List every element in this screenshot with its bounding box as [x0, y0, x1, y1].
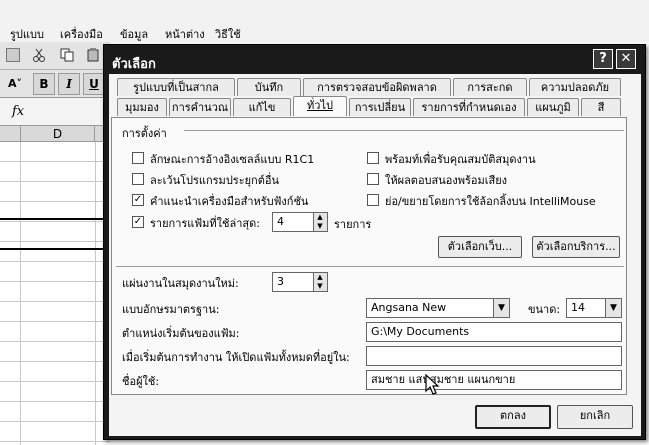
group-divider — [184, 130, 624, 131]
spin-up-icon[interactable]: ▲ — [314, 273, 326, 282]
recent-files-unit: รายการ — [334, 218, 372, 231]
tab-spelling[interactable]: การสะกด — [453, 78, 527, 96]
tab-color[interactable]: สี — [581, 98, 621, 116]
settings-group-label: การตั้งค่า — [122, 127, 167, 140]
standard-font-label: แบบอักษรมาตรฐาน: — [122, 303, 220, 316]
r1c1-label: ลักษณะการอ้างอิงเซลล์แบบ R1C1 — [150, 153, 315, 166]
check-icon: ✓ — [133, 216, 143, 227]
dialog-client: รูปแบบที่เป็นสากล บันทึก การตรวจสอบข้อผิ… — [109, 74, 641, 436]
recent-files-label: รายการแฟ้มที่ใช้ล่าสุด: — [150, 217, 260, 230]
menu-window[interactable]: หน้าต่าง — [165, 25, 205, 43]
r1c1-checkbox[interactable] — [132, 152, 144, 164]
intellimouse-zoom-label: ย่อ/ขยายโดยการใช้ล้อกลิ้งบน IntelliMouse — [385, 195, 596, 208]
font-size-select[interactable]: 14 — [566, 298, 606, 318]
underline-button[interactable]: U — [83, 73, 105, 95]
startup-folder-label: เมื่อเริ่มต้นการทำงาน ให้เปิดแฟ้มทั้งหมด… — [122, 351, 350, 364]
format-toolbar: A˅ B I U — [0, 70, 110, 98]
close-button[interactable]: ✕ — [616, 49, 636, 69]
spin-up-icon[interactable]: ▲ — [314, 213, 326, 222]
tab-custom-lists[interactable]: รายการที่กำหนดเอง — [413, 98, 525, 116]
tab-calculation[interactable]: การคำนวณ — [169, 98, 231, 116]
font-size-icon[interactable]: A˅ — [8, 77, 22, 90]
dialog-title: ตัวเลือก — [112, 57, 156, 72]
cut-icon[interactable] — [32, 48, 46, 62]
function-tooltips-checkbox[interactable]: ✓ — [132, 194, 144, 206]
help-button[interactable]: ? — [593, 49, 613, 69]
general-tab-panel: การตั้งค่า ลักษณะการอ้างอิงเซลล์แบบ R1C1… — [111, 117, 627, 395]
toolbar-icon[interactable] — [6, 48, 20, 62]
tab-view[interactable]: มุมมอง — [117, 98, 167, 116]
column-header-d[interactable]: D — [20, 126, 95, 142]
sheets-count-input[interactable]: 3 — [272, 272, 314, 292]
ok-button[interactable]: ตกลง — [475, 405, 551, 429]
grid-line — [95, 142, 96, 445]
excel-menubar: รูปแบบ เครื่องมือ ข้อมูล หน้าต่าง วิธีใช… — [0, 0, 649, 42]
prompt-properties-label: พร้อมท์เพื่อรับคุณสมบัติสมุดงาน — [385, 153, 536, 166]
mouse-pointer-icon — [425, 373, 441, 396]
standard-toolbar — [0, 42, 110, 70]
sound-feedback-label: ให้ผลตอบสนองพร้อมเสียง — [385, 174, 508, 187]
tab-transition[interactable]: การเปลี่ยน — [349, 98, 411, 116]
chevron-down-icon[interactable]: ▼ — [494, 298, 510, 318]
user-name-input[interactable]: สมชาย แสนสมชาย แผนกขาย — [366, 370, 622, 390]
sound-feedback-checkbox[interactable] — [367, 173, 379, 185]
menu-format[interactable]: รูปแบบ — [10, 25, 44, 43]
italic-button[interactable]: I — [58, 73, 80, 95]
spin-down-icon[interactable]: ▼ — [314, 282, 326, 291]
sheets-label: แผ่นงานในสมุดงานใหม่: — [122, 277, 239, 290]
formula-bar: fx — [0, 98, 110, 126]
tab-general[interactable]: ทั่วไป — [293, 96, 347, 116]
tab-save[interactable]: บันทึก — [237, 78, 301, 96]
recent-files-spinner[interactable]: ▲ ▼ — [314, 212, 328, 232]
tab-error-checking[interactable]: การตรวจสอบข้อผิดพลาด — [303, 78, 451, 96]
standard-font-select[interactable]: Angsana New — [366, 298, 494, 318]
file-location-input[interactable]: G:\My Documents — [366, 322, 622, 342]
bold-button[interactable]: B — [33, 73, 55, 95]
paste-icon[interactable] — [86, 48, 100, 62]
web-options-button[interactable]: ตัวเลือกเว็บ... — [438, 236, 522, 258]
options-dialog: ตัวเลือก ? ✕ รูปแบบที่เป็นสากล บันทึก กา… — [103, 44, 646, 440]
user-name-label: ชื่อผู้ใช้: — [122, 375, 160, 388]
startup-folder-input[interactable] — [366, 346, 622, 366]
tab-edit[interactable]: แก้ไข — [233, 98, 291, 116]
tab-international[interactable]: รูปแบบที่เป็นสากล — [117, 78, 235, 96]
recent-files-count-input[interactable]: 4 — [272, 212, 314, 232]
font-size-label: ขนาด: — [528, 303, 561, 316]
copy-icon[interactable] — [60, 48, 74, 62]
worksheet-grid[interactable] — [0, 142, 110, 445]
column-header-row: D — [0, 126, 110, 142]
selected-range — [0, 218, 110, 250]
grid-line — [20, 142, 21, 445]
file-location-label: ตำแหน่งเริ่มต้นของแฟ้ม: — [122, 327, 240, 340]
prompt-properties-checkbox[interactable] — [367, 152, 379, 164]
sheets-spinner[interactable]: ▲ ▼ — [314, 272, 328, 292]
service-options-button[interactable]: ตัวเลือกบริการ... — [532, 236, 620, 258]
tab-security[interactable]: ความปลอดภัย — [529, 78, 621, 96]
section-divider — [116, 266, 624, 267]
fx-icon[interactable]: fx — [12, 104, 24, 119]
tab-chart[interactable]: แผนภูมิ — [527, 98, 579, 116]
cancel-button[interactable]: ยกเลิก — [557, 405, 633, 429]
ignore-apps-checkbox[interactable] — [132, 173, 144, 185]
menu-data[interactable]: ข้อมูล — [120, 25, 148, 43]
menu-tools[interactable]: เครื่องมือ — [60, 25, 103, 43]
ignore-apps-label: ละเว้นโปรแกรมประยุกต์อื่น — [150, 174, 279, 187]
recent-files-checkbox[interactable]: ✓ — [132, 216, 144, 228]
spin-down-icon[interactable]: ▼ — [314, 222, 326, 231]
intellimouse-zoom-checkbox[interactable] — [367, 194, 379, 206]
check-icon: ✓ — [133, 194, 143, 205]
function-tooltips-label: คำแนะนำเครื่องมือสำหรับฟังก์ชัน — [150, 195, 309, 208]
chevron-down-icon[interactable]: ▼ — [606, 298, 622, 318]
menu-help[interactable]: วิธีใช้ — [215, 25, 241, 43]
